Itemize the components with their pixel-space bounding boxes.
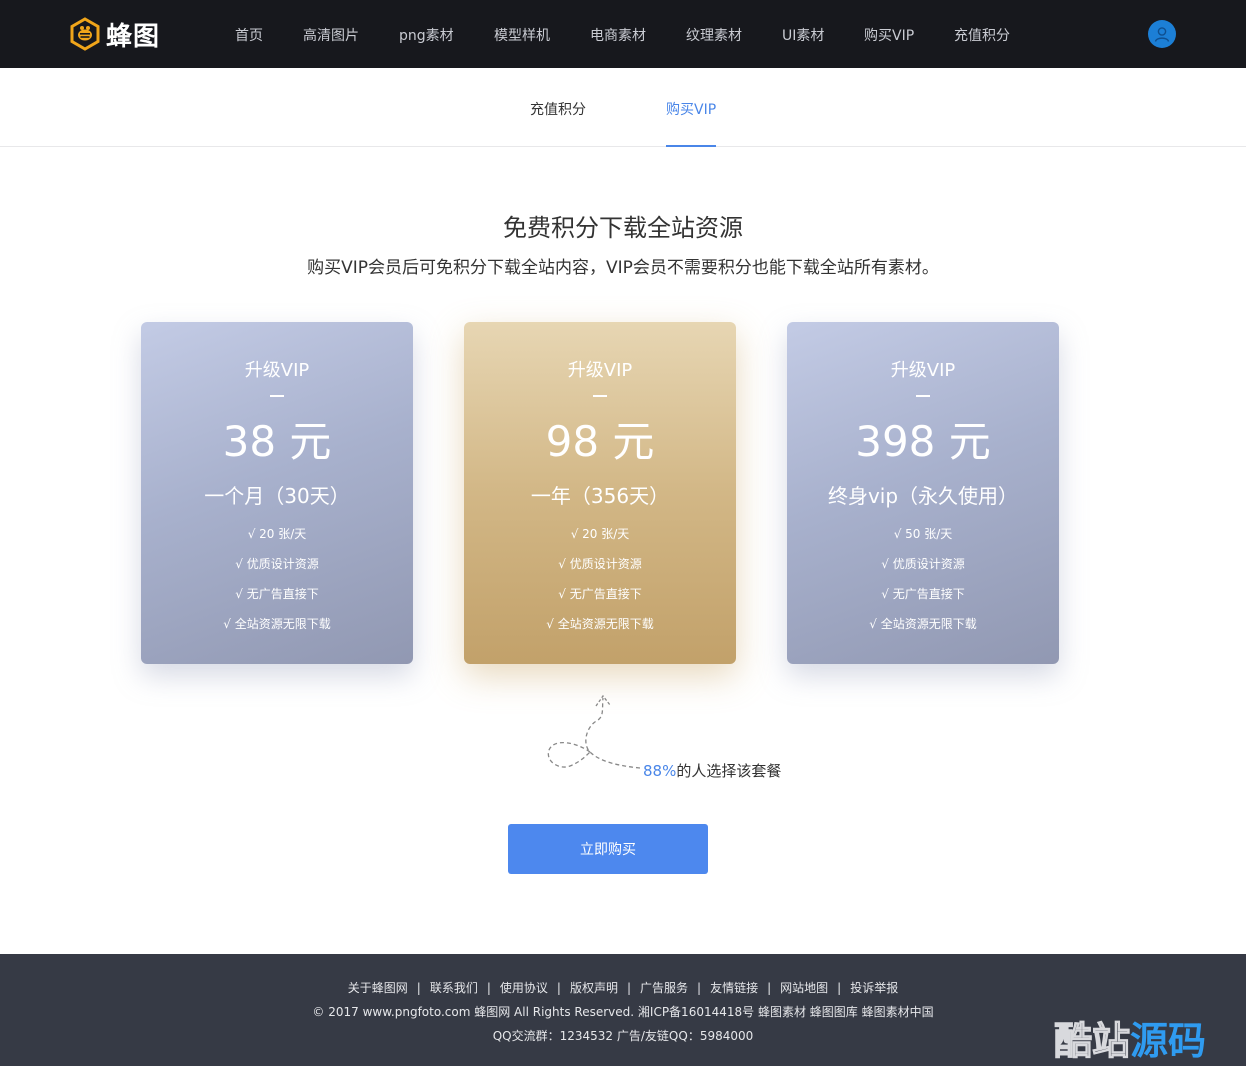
plan-features: √ 50 张/天 √ 优质设计资源 √ 无广告直接下 √ 全站资源无限下载 — [787, 526, 1059, 646]
divider — [270, 395, 284, 397]
plan-feature: √ 无广告直接下 — [235, 587, 319, 601]
plan-title: 升级VIP — [567, 360, 633, 381]
separator: | — [697, 981, 702, 995]
footer-links: 关于蜂图网 | 联系我们 | 使用协议 | 版权声明 | 广告服务 | 友情链接 | 网站地图 | 投诉举报 — [0, 979, 1246, 996]
logo[interactable]: 蜂图 — [68, 16, 160, 52]
bee-logo-icon — [68, 17, 102, 51]
separator: | — [767, 981, 772, 995]
plan-period: 一年（356天） — [530, 484, 670, 508]
footer-link-friends[interactable]: 友情链接 — [710, 981, 758, 995]
plan-period: 终身vip（永久使用） — [827, 484, 1019, 508]
plan-features: √ 20 张/天 √ 优质设计资源 √ 无广告直接下 √ 全站资源无限下载 — [141, 526, 413, 646]
plan-feature: √ 50 张/天 — [893, 527, 953, 541]
popular-plan-note: 88%的人选择该套餐 — [643, 760, 781, 781]
nav-item-textures[interactable]: 纹理素材 — [686, 25, 742, 45]
plan-card-monthly[interactable]: 升级VIP 38 元 一个月（30天） √ 20 张/天 √ 优质设计资源 √ … — [141, 322, 413, 664]
watermark-part1: 酷站 — [1053, 1018, 1131, 1063]
footer-link-about[interactable]: 关于蜂图网 — [348, 981, 408, 995]
footer-link-terms[interactable]: 使用协议 — [500, 981, 548, 995]
watermark-part2: 源码 — [1130, 1019, 1207, 1063]
plan-feature: √ 优质设计资源 — [235, 557, 319, 571]
footer-link-copyright[interactable]: 版权声明 — [570, 981, 618, 995]
separator: | — [416, 981, 421, 995]
tab-recharge-points[interactable]: 充值积分 — [530, 99, 586, 119]
plan-feature: √ 无广告直接下 — [881, 587, 965, 601]
footer-link-contact[interactable]: 联系我们 — [430, 981, 478, 995]
nav-item-buy-vip[interactable]: 购买VIP — [864, 25, 914, 45]
sub-tabs: 充值积分 购买VIP — [0, 68, 1246, 147]
user-icon[interactable] — [1148, 20, 1176, 48]
footer-link-report[interactable]: 投诉举报 — [850, 981, 898, 995]
nav-item-mockups[interactable]: 模型样机 — [494, 25, 550, 45]
tab-buy-vip[interactable]: 购买VIP — [666, 99, 716, 119]
nav-item-ui[interactable]: UI素材 — [782, 25, 824, 45]
separator: | — [486, 981, 491, 995]
plan-price: 38 元 — [222, 417, 332, 466]
separator: | — [837, 981, 842, 995]
plan-features: √ 20 张/天 √ 优质设计资源 √ 无广告直接下 √ 全站资源无限下载 — [464, 526, 736, 646]
footer-link-ads[interactable]: 广告服务 — [640, 981, 688, 995]
dashed-arrow-icon — [547, 694, 641, 769]
plan-feature: √ 全站资源无限下载 — [869, 617, 977, 631]
nav-item-png[interactable]: png素材 — [399, 25, 454, 45]
plan-feature: √ 全站资源无限下载 — [546, 617, 654, 631]
page-title: 免费积分下载全站资源 — [503, 214, 743, 242]
plan-feature: √ 20 张/天 — [247, 527, 307, 541]
plan-period: 一个月（30天） — [204, 484, 350, 508]
brand-name: 蜂图 — [106, 21, 161, 52]
plan-price: 98 元 — [545, 417, 655, 466]
buy-now-button[interactable]: 立即购买 — [508, 824, 708, 874]
footer: 关于蜂图网 | 联系我们 | 使用协议 | 版权声明 | 广告服务 | 友情链接 | 网站地图 | 投诉举报… — [0, 954, 1246, 1066]
nav-item-home[interactable]: 首页 — [235, 25, 263, 45]
page-subtitle: 购买VIP会员后可免积分下载全站内容，VIP会员不需要积分也能下载全站所有素材。 — [307, 258, 939, 278]
nav-item-recharge[interactable]: 充值积分 — [954, 25, 1010, 45]
plan-card-yearly[interactable]: 升级VIP 98 元 一年（356天） √ 20 张/天 √ 优质设计资源 √ … — [464, 322, 736, 664]
watermark: 酷站源码 — [1053, 1010, 1207, 1065]
plan-feature: √ 全站资源无限下载 — [223, 617, 331, 631]
top-navbar: 蜂图 首页 高清图片 png素材 模型样机 电商素材 纹理素材 UI素材 购买V… — [0, 0, 1246, 68]
plan-feature: √ 优质设计资源 — [558, 557, 642, 571]
nav-item-ecommerce[interactable]: 电商素材 — [590, 25, 646, 45]
separator: | — [626, 981, 632, 995]
popular-text: 的人选择该套餐 — [676, 762, 782, 780]
footer-link-sitemap[interactable]: 网站地图 — [780, 981, 828, 995]
nav-item-hd-images[interactable]: 高清图片 — [303, 25, 359, 45]
plan-title: 升级VIP — [890, 360, 956, 381]
plan-title: 升级VIP — [244, 360, 310, 381]
plan-feature: √ 优质设计资源 — [881, 557, 965, 571]
plan-price: 398 元 — [855, 417, 991, 466]
plan-card-lifetime[interactable]: 升级VIP 398 元 终身vip（永久使用） √ 50 张/天 √ 优质设计资… — [787, 322, 1059, 664]
plan-feature: √ 20 张/天 — [570, 527, 630, 541]
popular-percent: 88% — [643, 762, 677, 780]
active-tab-indicator — [666, 145, 716, 147]
divider — [593, 395, 607, 397]
separator: | — [556, 981, 561, 995]
plan-feature: √ 无广告直接下 — [558, 587, 642, 601]
divider — [916, 395, 930, 397]
